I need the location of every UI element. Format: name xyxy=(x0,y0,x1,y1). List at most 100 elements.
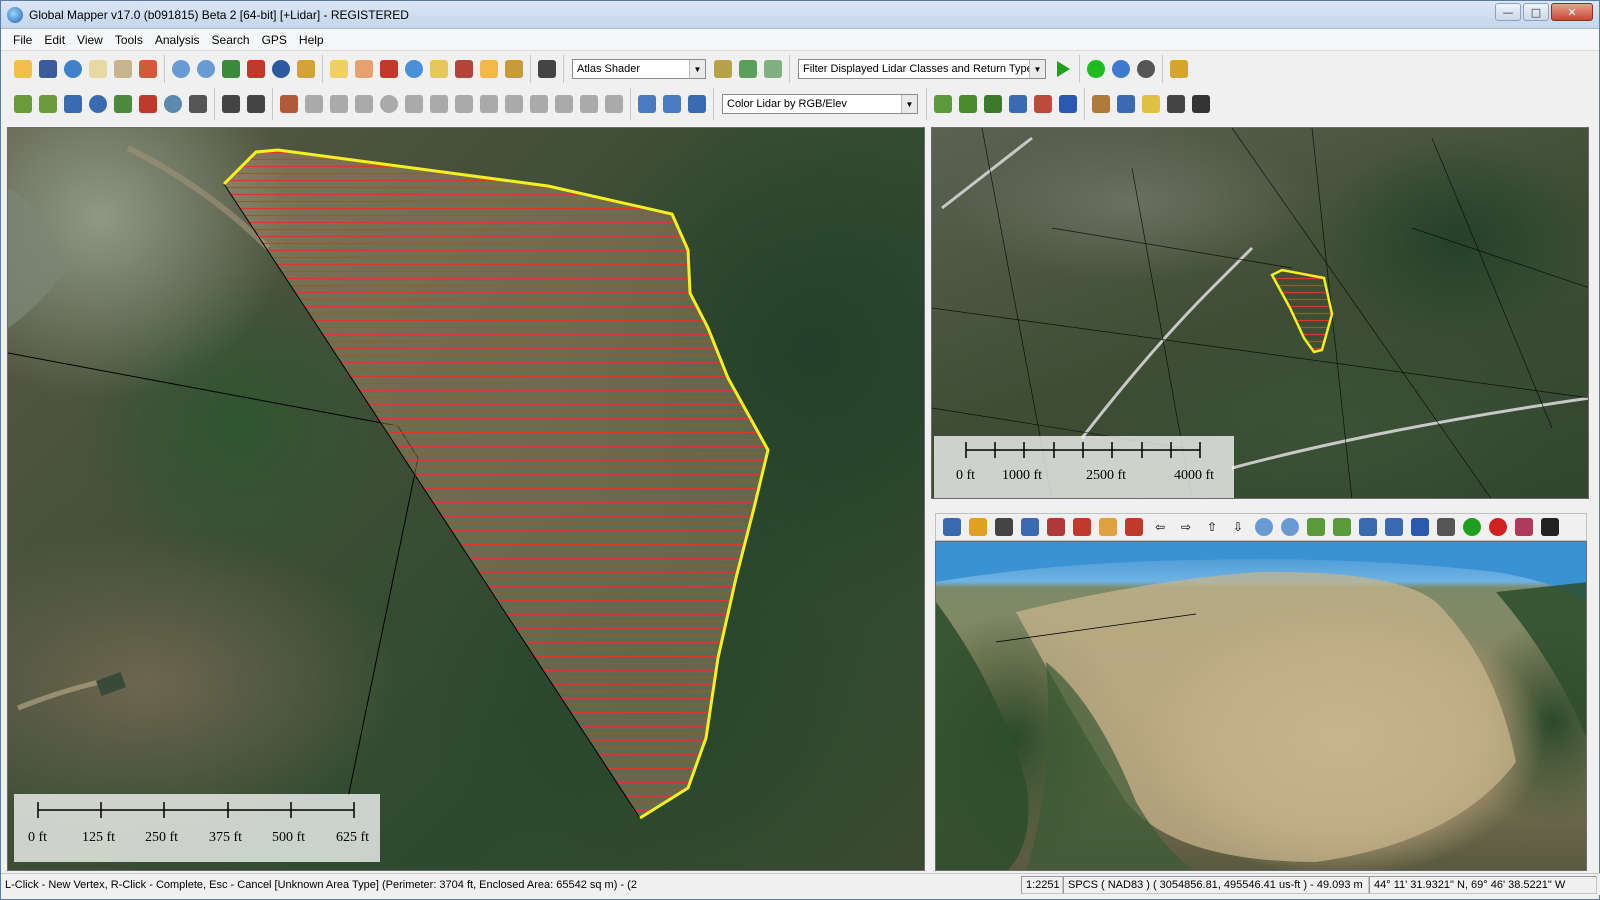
measure-line-button[interactable] xyxy=(635,92,659,116)
3d-terrain-button[interactable] xyxy=(1304,515,1328,539)
find-button[interactable] xyxy=(535,57,559,81)
close-button[interactable]: ✕ xyxy=(1551,3,1593,21)
lidar-hv-button[interactable] xyxy=(981,92,1005,116)
menu-edit[interactable]: Edit xyxy=(38,31,71,49)
lidar-color-select[interactable]: Color Lidar by RGB/Elev ▼ xyxy=(722,94,918,114)
undo-button[interactable] xyxy=(685,92,709,116)
lidar-ac-button[interactable] xyxy=(1114,92,1138,116)
edit-tool-11[interactable] xyxy=(527,92,551,116)
3d-down-button[interactable]: ⇩ xyxy=(1226,515,1250,539)
3d-play-button[interactable] xyxy=(1460,515,1484,539)
3d-pan-button[interactable] xyxy=(966,515,990,539)
pan-tool-button[interactable] xyxy=(352,57,376,81)
create-line-button[interactable] xyxy=(36,92,60,116)
3d-save-button[interactable] xyxy=(1512,515,1536,539)
lidar-profile-button[interactable] xyxy=(1164,92,1188,116)
create-range-ring-button[interactable] xyxy=(161,92,185,116)
3d-measure-button[interactable] xyxy=(1122,515,1146,539)
edit-tool-9[interactable] xyxy=(477,92,501,116)
network-button[interactable] xyxy=(1109,57,1133,81)
main-map-view[interactable]: 0 ft 125 ft 250 ft 375 ft 500 ft 625 ft xyxy=(7,127,925,871)
digitizer-tool-button[interactable] xyxy=(477,57,501,81)
3d-walk-button[interactable] xyxy=(1018,515,1042,539)
export-button[interactable] xyxy=(660,92,684,116)
3d-path-button[interactable] xyxy=(502,57,526,81)
add-vertex-button[interactable] xyxy=(219,92,243,116)
3d-left-button[interactable]: ⇦ xyxy=(1148,515,1172,539)
3d-home-button[interactable] xyxy=(1070,515,1094,539)
menu-view[interactable]: View xyxy=(71,31,109,49)
save-button[interactable] xyxy=(36,57,60,81)
edit-tool-8[interactable] xyxy=(452,92,476,116)
3d-camera-button[interactable] xyxy=(1434,515,1458,539)
edit-tool-2[interactable] xyxy=(302,92,326,116)
green-status-button[interactable] xyxy=(1084,57,1108,81)
create-rect-button[interactable] xyxy=(111,92,135,116)
3d-right-button[interactable]: ⇨ xyxy=(1174,515,1198,539)
3d-rotate-button[interactable] xyxy=(940,515,964,539)
3d-zoom-out-button[interactable] xyxy=(1278,515,1302,539)
area-polygon-fill[interactable] xyxy=(223,149,769,819)
lidar-water-button[interactable] xyxy=(1056,92,1080,116)
config-button[interactable] xyxy=(136,57,160,81)
measure-tool-button[interactable] xyxy=(377,57,401,81)
3d-sky-button[interactable] xyxy=(1408,515,1432,539)
minimize-button[interactable]: — xyxy=(1495,3,1521,21)
create-grid-button[interactable] xyxy=(186,92,210,116)
menu-tools[interactable]: Tools xyxy=(109,31,149,49)
web-globe-button[interactable] xyxy=(1134,57,1158,81)
edit-tool-4[interactable] xyxy=(352,92,376,116)
layout-button[interactable] xyxy=(294,57,318,81)
lidar-ag-button[interactable] xyxy=(1089,92,1113,116)
edit-tool-1[interactable] xyxy=(277,92,301,116)
refresh-button[interactable] xyxy=(269,57,293,81)
shader-options-button[interactable] xyxy=(711,57,735,81)
lidar-filter-select[interactable]: Filter Displayed Lidar Classes and Retur… xyxy=(798,59,1046,79)
menu-gps[interactable]: GPS xyxy=(256,31,293,49)
edit-tool-3[interactable] xyxy=(327,92,351,116)
3d-select-button[interactable] xyxy=(1044,515,1068,539)
edit-tool-7[interactable] xyxy=(427,92,451,116)
edit-tool-13[interactable] xyxy=(577,92,601,116)
overlay-control-button[interactable] xyxy=(86,57,110,81)
3d-record-button[interactable] xyxy=(1486,515,1510,539)
shader-select[interactable]: Atlas Shader ▼ xyxy=(572,59,706,79)
3d-digitize-button[interactable] xyxy=(1096,515,1120,539)
lidar-lv-button[interactable] xyxy=(931,92,955,116)
create-circle-button[interactable] xyxy=(86,92,110,116)
lidar-select-button[interactable] xyxy=(1139,92,1163,116)
overview-area-polygon[interactable] xyxy=(1270,268,1334,354)
create-area-button[interactable] xyxy=(11,92,35,116)
3d-vertical-button[interactable] xyxy=(1330,515,1354,539)
3d-water-button[interactable] xyxy=(1356,515,1380,539)
online-data-button[interactable] xyxy=(61,57,85,81)
menu-analysis[interactable]: Analysis xyxy=(149,31,206,49)
menu-search[interactable]: Search xyxy=(206,31,256,49)
3d-copy-button[interactable] xyxy=(992,515,1016,539)
lidar-grid-button[interactable] xyxy=(1189,92,1213,116)
maximize-button[interactable]: □ xyxy=(1523,3,1549,21)
3d-export-button[interactable] xyxy=(1382,515,1406,539)
apply-filter-button[interactable] xyxy=(1051,57,1075,81)
3d-view[interactable] xyxy=(935,541,1587,871)
lidar-building-button[interactable] xyxy=(1006,92,1030,116)
print-button[interactable] xyxy=(111,57,135,81)
3d-more-button[interactable] xyxy=(1538,515,1562,539)
path-profile-button[interactable] xyxy=(427,57,451,81)
edit-tool-14[interactable] xyxy=(602,92,626,116)
edit-tool-12[interactable] xyxy=(552,92,576,116)
search-tool-button[interactable] xyxy=(402,57,426,81)
3d-view-button[interactable] xyxy=(736,57,760,81)
zoom-full-button[interactable] xyxy=(219,57,243,81)
lidar-view-button[interactable] xyxy=(761,57,785,81)
overview-map-view[interactable]: 0 ft 1000 ft 2500 ft 4000 ft xyxy=(931,127,1589,499)
lidar-mv-button[interactable] xyxy=(956,92,980,116)
move-vertex-button[interactable] xyxy=(244,92,268,116)
3d-up-button[interactable]: ⇧ xyxy=(1200,515,1224,539)
menu-file[interactable]: File xyxy=(7,31,38,49)
menu-help[interactable]: Help xyxy=(293,31,330,49)
view-shed-button[interactable] xyxy=(452,57,476,81)
create-text-button[interactable] xyxy=(136,92,160,116)
create-point-button[interactable] xyxy=(61,92,85,116)
zoom-out-button[interactable] xyxy=(194,57,218,81)
